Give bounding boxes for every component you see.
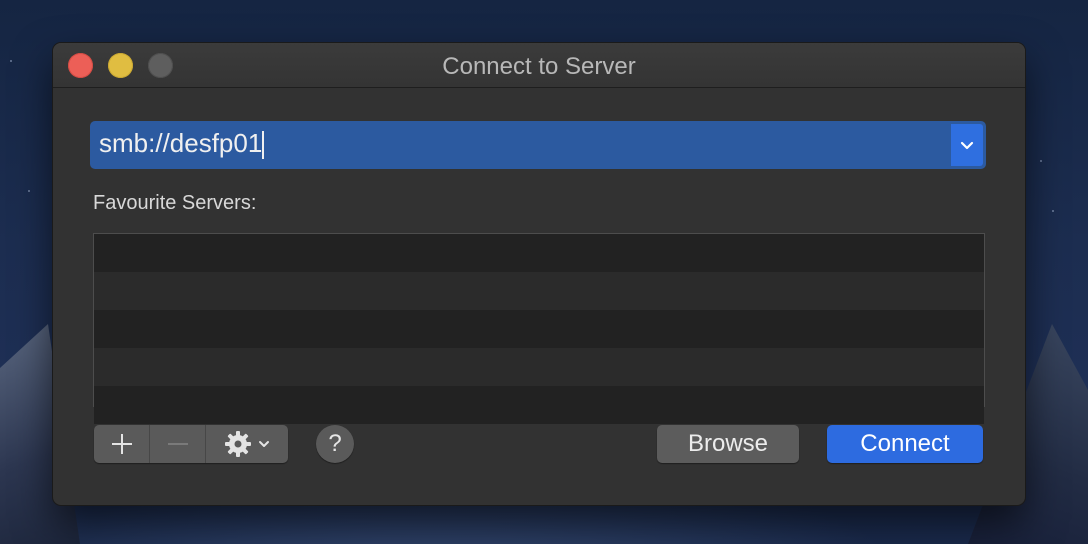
- favourite-servers-label: Favourite Servers:: [93, 192, 257, 214]
- text-caret: [262, 131, 265, 160]
- star: [10, 60, 12, 62]
- connect-to-server-window: Connect to Server smb://desfp01 Favourit…: [53, 43, 1025, 505]
- address-history-dropdown-button[interactable]: [951, 124, 983, 166]
- connect-button[interactable]: Connect: [827, 425, 983, 463]
- window-title: Connect to Server: [442, 53, 636, 80]
- favourite-servers-list[interactable]: [93, 233, 985, 424]
- gear-icon: [225, 431, 251, 457]
- list-row: [94, 348, 984, 386]
- star: [1052, 210, 1054, 212]
- list-row: [94, 272, 984, 310]
- action-menu-button[interactable]: [206, 425, 288, 463]
- server-address-value: smb://desfp01: [99, 128, 263, 158]
- add-favourite-button[interactable]: [94, 425, 150, 463]
- list-row: [94, 234, 984, 272]
- plus-icon: [111, 434, 132, 454]
- server-address-input[interactable]: smb://desfp01: [99, 128, 265, 160]
- browse-button[interactable]: Browse: [657, 425, 799, 463]
- star: [28, 190, 30, 192]
- favourites-segmented-control: [94, 425, 288, 463]
- list-row: [94, 310, 984, 348]
- server-address-combobox[interactable]: smb://desfp01: [90, 121, 986, 169]
- star: [1040, 160, 1042, 162]
- remove-favourite-button: [150, 425, 206, 463]
- title-bar: Connect to Server: [53, 43, 1025, 88]
- chevron-down-icon: [259, 441, 269, 447]
- chevron-down-icon: [960, 141, 974, 150]
- question-mark-icon: ?: [328, 430, 342, 457]
- help-button[interactable]: ?: [316, 425, 354, 463]
- list-row: [94, 386, 984, 424]
- minus-icon: [167, 443, 188, 445]
